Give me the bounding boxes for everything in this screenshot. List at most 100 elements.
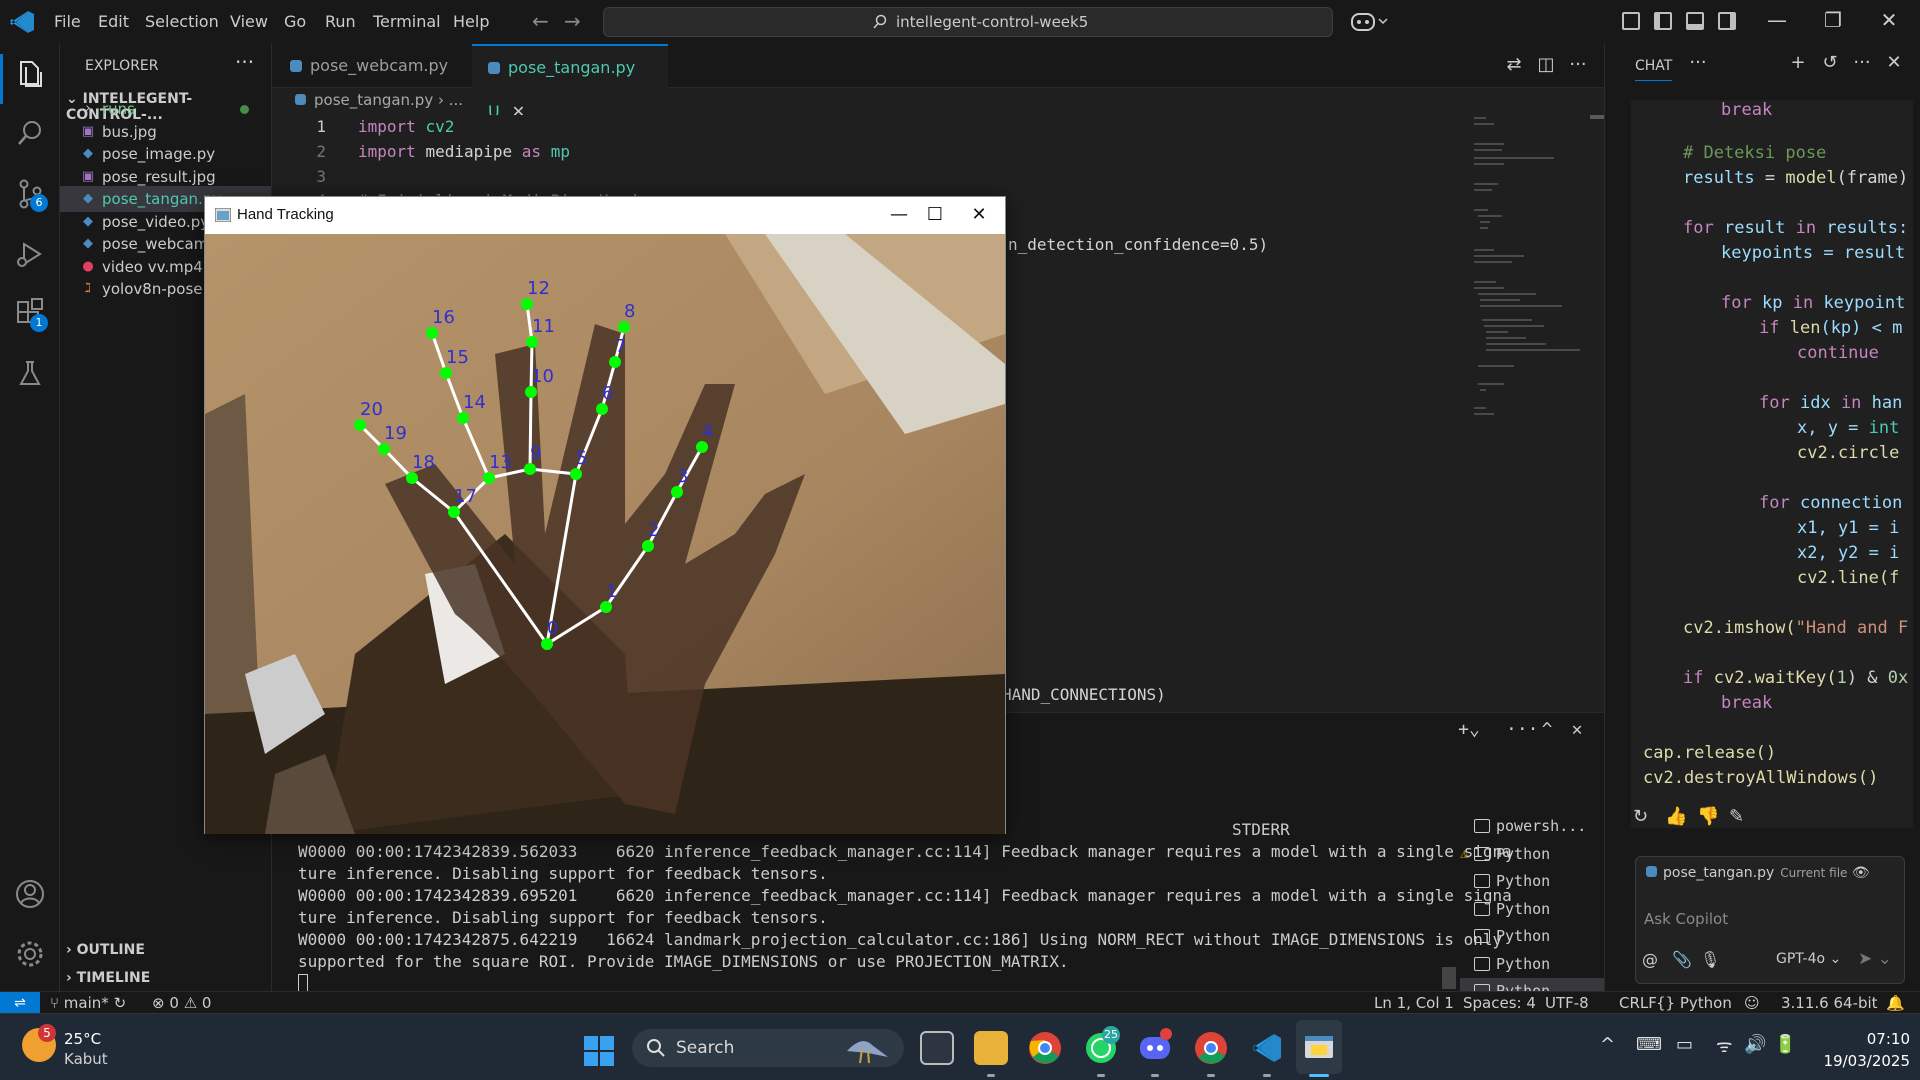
compare-changes-icon[interactable]: ⇄: [1502, 54, 1526, 78]
encoding[interactable]: UTF-8: [1545, 994, 1589, 1012]
problems-status[interactable]: ⊗ 0 ⚠ 0: [152, 994, 211, 1012]
close-icon[interactable]: ✕: [959, 200, 999, 230]
menu-view[interactable]: View: [230, 12, 268, 31]
history-icon[interactable]: ↺: [1819, 52, 1841, 73]
close-icon[interactable]: ✕: [1874, 8, 1904, 32]
run-debug-icon[interactable]: [12, 236, 48, 272]
chat-title[interactable]: CHAT: [1635, 58, 1673, 81]
tab-pose-webcam[interactable]: pose_webcam.py: [272, 44, 472, 88]
thumbs-down-icon[interactable]: 👎: [1697, 806, 1719, 827]
forward-arrow-icon[interactable]: →: [564, 9, 581, 33]
thumbs-up-icon[interactable]: 👍: [1665, 806, 1687, 827]
display-icon[interactable]: ▭: [1676, 1034, 1693, 1055]
outline-label: OUTLINE: [76, 942, 145, 958]
task-view-icon[interactable]: [920, 1031, 954, 1065]
tab-pose-tangan[interactable]: pose_tangan.py U ✕: [472, 44, 668, 121]
breadcrumb-file[interactable]: pose_tangan.py: [314, 91, 433, 109]
battery-icon[interactable]: 🔋: [1774, 1034, 1796, 1055]
more-actions-icon[interactable]: ···: [235, 50, 254, 74]
terminal-session[interactable]: Python: [1460, 923, 1604, 950]
new-terminal-icon[interactable]: +⌄: [1458, 719, 1480, 740]
python-interpreter[interactable]: 3.11.6 64-bit: [1781, 994, 1878, 1012]
end-of-line[interactable]: CRLF: [1619, 994, 1657, 1012]
minimap[interactable]: [1474, 115, 1584, 480]
command-center-search[interactable]: intellegent-control-week5: [603, 7, 1333, 37]
minimize-icon[interactable]: —: [879, 200, 919, 230]
eye-icon[interactable]: 👁: [1852, 865, 1870, 881]
menu-help[interactable]: Help: [453, 12, 489, 31]
indentation[interactable]: Spaces: 4: [1463, 994, 1536, 1012]
maximize-icon[interactable]: ☐: [915, 200, 955, 230]
vscode-taskbar-icon[interactable]: [1250, 1031, 1284, 1065]
windows-start-icon[interactable]: [584, 1036, 614, 1066]
copilot-icon[interactable]: [1350, 10, 1390, 34]
explorer-icon[interactable]: [12, 56, 48, 92]
toggle-primary-sidebar-icon[interactable]: [1654, 12, 1672, 30]
weather-description[interactable]: Kabut: [64, 1050, 108, 1068]
terminal-session[interactable]: Python: [1460, 896, 1604, 923]
chat-more-icon[interactable]: ···: [1687, 52, 1709, 73]
terminal-session[interactable]: Python: [1460, 868, 1604, 895]
chrome-profile-icon[interactable]: [1194, 1031, 1228, 1065]
terminal-session[interactable]: powersh... ⚠: [1460, 813, 1604, 862]
testing-icon[interactable]: [12, 356, 48, 392]
menu-run[interactable]: Run: [325, 12, 356, 31]
mention-icon[interactable]: @: [1642, 950, 1658, 969]
timeline-section[interactable]: › TIMELINE: [66, 970, 150, 986]
notifications-bell-icon[interactable]: 🔔: [1886, 994, 1905, 1012]
send-icon[interactable]: ➤ ⌄: [1858, 949, 1892, 969]
taskbar-search[interactable]: Search: [632, 1029, 904, 1067]
insert-icon[interactable]: ✎: [1729, 806, 1751, 827]
menu-terminal[interactable]: Terminal: [373, 12, 441, 31]
keyboard-icon[interactable]: ⌨: [1636, 1034, 1662, 1055]
search-icon[interactable]: [12, 116, 48, 152]
language-mode[interactable]: {} Python: [1656, 994, 1732, 1012]
clock-date[interactable]: 19/03/2025: [1816, 1052, 1910, 1070]
menu-go[interactable]: Go: [284, 12, 306, 31]
minimize-icon[interactable]: —: [1762, 8, 1792, 32]
show-hidden-icons-chevron[interactable]: ^: [1600, 1034, 1615, 1055]
menu-edit[interactable]: Edit: [98, 12, 129, 31]
toggle-panel-icon[interactable]: [1686, 12, 1704, 30]
back-arrow-icon[interactable]: ←: [532, 9, 549, 33]
terminal-session[interactable]: Python: [1460, 951, 1604, 978]
hand-tracking-window[interactable]: Hand Tracking — ☐ ✕ 0 1 2 3 4 5 6 7 8 9 10 11 12 13: [204, 196, 1006, 834]
copilot-status-icon[interactable]: ☺: [1744, 994, 1760, 1012]
breadcrumb-symbol[interactable]: ...: [449, 91, 463, 109]
context-file-chip[interactable]: pose_tangan.py Current file 👁: [1646, 865, 1870, 881]
python-app-icon[interactable]: [1302, 1031, 1336, 1065]
accounts-icon[interactable]: [12, 876, 48, 912]
outline-section[interactable]: › OUTLINE: [66, 942, 145, 958]
chat-input-box[interactable]: pose_tangan.py Current file 👁 @ 📎 🎙 GPT-4…: [1635, 856, 1905, 984]
settings-gear-icon[interactable]: [12, 936, 48, 972]
menu-file[interactable]: File: [54, 12, 81, 31]
branch-status[interactable]: ⑂ main* ↻: [50, 994, 126, 1012]
close-panel-icon[interactable]: ✕: [1566, 719, 1588, 740]
chat-options-icon[interactable]: ···: [1851, 52, 1873, 73]
wifi-icon[interactable]: ᯤ: [1716, 1034, 1732, 1058]
retry-icon[interactable]: ↻: [1633, 806, 1655, 827]
volume-icon[interactable]: 🔊: [1744, 1034, 1766, 1055]
terminal-session[interactable]: Python: [1460, 841, 1604, 868]
clock-time[interactable]: 07:10: [1864, 1030, 1910, 1048]
file-explorer-icon[interactable]: [974, 1031, 1008, 1065]
microphone-icon[interactable]: 🎙: [1700, 950, 1720, 969]
new-chat-icon[interactable]: +: [1787, 52, 1809, 73]
maximize-panel-icon[interactable]: ^: [1536, 719, 1558, 740]
chrome-icon[interactable]: [1028, 1031, 1062, 1065]
customize-layout-icon[interactable]: [1622, 12, 1640, 30]
ask-copilot-input[interactable]: [1644, 907, 1894, 931]
weather-temperature[interactable]: 25°C: [64, 1030, 101, 1048]
restore-icon[interactable]: ❐: [1818, 8, 1848, 32]
toggle-secondary-sidebar-icon[interactable]: [1718, 12, 1736, 30]
menu-selection[interactable]: Selection: [145, 12, 219, 31]
remote-icon[interactable]: ⇌: [0, 992, 40, 1014]
editor-more-icon[interactable]: ···: [1566, 54, 1590, 78]
split-editor-icon[interactable]: ◫: [1534, 54, 1558, 78]
model-selector[interactable]: GPT-4o ⌄: [1776, 951, 1841, 967]
attach-icon[interactable]: 📎: [1672, 950, 1692, 969]
panel-more-icon[interactable]: ···: [1506, 719, 1539, 740]
close-chat-icon[interactable]: ✕: [1883, 52, 1905, 73]
terminal-scrollbar[interactable]: [1442, 967, 1456, 989]
cursor-position[interactable]: Ln 1, Col 1: [1374, 994, 1454, 1012]
